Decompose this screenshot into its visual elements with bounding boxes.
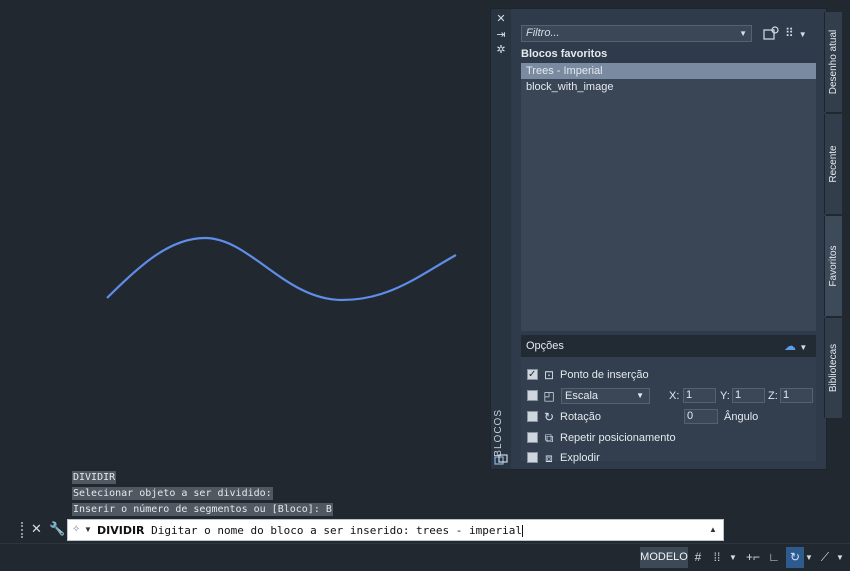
option-scale: ◰ Escala ▼ X: 1 Y: 1 Z: 1 [527,388,817,404]
insertion-point-checkbox[interactable] [527,367,538,383]
scale-y-label: Y: [720,390,730,402]
status-bar: MODELO # ⁞⁞ ▼ +⌐ ∟ ↻ ▼ ⟋ ▼ [0,543,850,571]
tab-label: Favoritos [828,245,839,287]
rotation-angle-label: Ângulo [724,411,759,423]
scale-select-value: Escala [565,390,599,402]
drag-handle[interactable] [21,522,26,538]
cloud-sync-icon[interactable]: ☁ ▼ [784,339,810,353]
rotation-angle-input[interactable]: 0 [684,409,718,424]
chevron-down-icon[interactable]: ▼ [84,523,92,537]
palette-tabs: Desenho atual Recente Favoritos Bibliote… [824,8,850,470]
repeat-placement-checkbox[interactable] [527,432,538,443]
option-explode: ⧈ Explodir [527,450,807,466]
chevron-down-icon[interactable]: ▼ [739,26,747,41]
scale-x-input[interactable]: 1 [683,388,716,403]
repeat-placement-icon: ⧉ [544,431,554,445]
chevron-down-icon: ▼ [636,391,644,400]
auto-hide-icon[interactable]: ⇥ [495,29,507,41]
tab-label: Recente [828,145,839,183]
history-line-command: DIVIDIR [72,471,117,484]
rotation-icon: ↻ [543,410,555,424]
chevron-down-icon[interactable]: ▼ [803,547,815,568]
rotation-checkbox[interactable] [527,411,538,422]
command-input[interactable]: ✧ ▼ DIVIDIR Digitar o nome do bloco a se… [67,519,724,541]
palette-content: Filtro... ▼ ⠿ ▼ Blocos favoritos Trees - … [515,13,819,465]
tab-libraries[interactable]: Bibliotecas [824,318,842,418]
model-space-button[interactable]: MODELO [640,547,688,568]
isodraft-icon[interactable]: ⟋ [818,547,832,568]
scale-z-input[interactable]: 1 [780,388,813,403]
tab-recent[interactable]: Recente [824,114,842,214]
insertion-point-label: Ponto de inserção [560,369,649,381]
palette-title-strip: ✕ ⇥ ✲ BLOCOS [491,9,511,469]
snap-icon[interactable]: ⁞⁞ [709,547,725,568]
tab-label: Bibliotecas [828,343,839,393]
option-insertion-point: ⊡ Ponto de inserção [527,367,807,383]
history-line-select: Selecionar objeto a ser dividido: [72,487,273,500]
explode-checkbox[interactable] [527,452,538,463]
block-item-trees-imperial[interactable]: Trees - Imperial [521,63,816,79]
command-text: DIVIDIR Digitar o nome do bloco a ser in… [97,524,524,537]
chevron-down-icon[interactable]: ▼ [834,547,846,568]
repeat-placement-label: Repetir posicionamento [560,432,676,444]
explode-label: Explodir [560,452,600,464]
scale-icon: ◰ [543,389,555,403]
properties-icon[interactable]: ✲ [495,44,507,56]
customize-wrench-icon[interactable]: 🔧 [49,521,65,537]
options-panel: ⊡ Ponto de inserção ◰ Escala ▼ X: 1 Y: 1… [521,357,817,465]
chevron-down-icon: ▼ [798,30,807,39]
command-prompt-icon[interactable]: ✧ [72,523,84,537]
infer-constraints-icon[interactable]: +⌐ [744,547,762,568]
favorites-heading: Blocos favoritos [521,48,608,60]
options-header[interactable]: Opções ☁ ▼ [521,335,816,357]
history-up-icon[interactable]: ▲ [709,523,719,537]
filter-placeholder: Filtro... [526,27,560,39]
polar-tracking-icon[interactable]: ↻ [786,547,804,568]
options-title: Opções [526,340,564,352]
import-block-icon[interactable] [763,26,779,41]
grid-icon[interactable]: # [690,547,706,568]
close-icon[interactable]: ✕ [31,521,43,537]
scale-select[interactable]: Escala ▼ [561,388,650,404]
scale-checkbox[interactable] [527,390,538,401]
block-list: Trees - Imperial block_with_image [521,63,816,331]
tab-favorites[interactable]: Favoritos [824,216,842,316]
ortho-icon[interactable]: ∟ [765,547,783,568]
history-line-segments: Inserir o número de segmentos ou [Bloco]… [72,503,333,516]
tab-current-drawing[interactable]: Desenho atual [824,12,842,112]
command-name: DIVIDIR [97,524,145,537]
tab-label: Desenho atual [828,29,839,95]
block-item-block-with-image[interactable]: block_with_image [521,79,816,95]
scale-y-input[interactable]: 1 [732,388,765,403]
grid-view-icon: ⠿ [785,26,794,40]
explode-icon: ⧈ [545,451,553,465]
blocks-palette: ✕ ⇥ ✲ BLOCOS Filtro... ▼ ⠿ ▼ Blocos favor… [490,8,827,470]
command-prompt: Digitar o nome do bloco a ser inserido: … [151,524,523,537]
scale-x-label: X: [669,390,680,402]
option-rotation: ↻ Rotação 0 Ângulo [527,409,807,425]
close-icon[interactable]: ✕ [495,13,507,25]
blocks-palette-icon [494,454,508,465]
filter-input[interactable]: Filtro... ▼ [521,25,752,42]
view-options-button[interactable]: ⠿ ▼ [785,26,813,41]
scale-z-label: Z: [768,390,778,402]
text-caret [522,525,524,537]
palette-title: BLOCOS [493,409,504,457]
chevron-down-icon[interactable]: ▼ [727,547,739,568]
option-repeat-placement: ⧉ Repetir posicionamento [527,430,807,446]
rotation-label: Rotação [560,411,601,423]
insertion-point-icon: ⊡ [543,368,555,382]
command-line-bar: ✕ 🔧 ✧ ▼ DIVIDIR Digitar o nome do bloco … [17,519,724,541]
